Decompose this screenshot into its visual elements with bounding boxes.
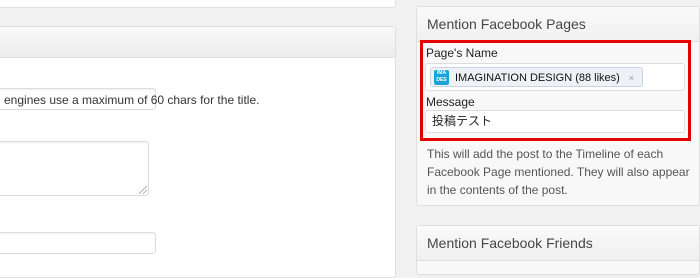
resize-handle-icon[interactable] xyxy=(139,186,147,194)
page-name-token-input[interactable]: IMA DES IMAGINATION DESIGN (88 likes) × xyxy=(425,63,685,91)
mention-pages-help-text: This will add the post to the Timeline o… xyxy=(427,147,690,197)
top-panel xyxy=(0,0,396,8)
mention-friends-widget: Mention Facebook Friends xyxy=(416,225,700,275)
page-name-label: Page's Name xyxy=(426,46,498,60)
imagination-design-logo-icon: IMA DES xyxy=(434,70,449,85)
mention-pages-title[interactable]: Mention Facebook Pages xyxy=(417,7,699,42)
seo-box-header[interactable] xyxy=(0,27,395,58)
description-textarea[interactable] xyxy=(0,141,149,196)
remove-token-icon[interactable]: × xyxy=(629,73,634,83)
page-token[interactable]: IMA DES IMAGINATION DESIGN (88 likes) × xyxy=(430,67,644,87)
mention-friends-title[interactable]: Mention Facebook Friends xyxy=(417,226,699,261)
page-token-label: IMAGINATION DESIGN (88 likes) xyxy=(455,72,620,84)
message-label: Message xyxy=(426,95,475,109)
keywords-input[interactable] xyxy=(0,232,156,254)
seo-title-description: engines use a maximum of 60 chars for th… xyxy=(4,93,260,107)
message-input[interactable]: 投稿テスト xyxy=(425,110,685,133)
